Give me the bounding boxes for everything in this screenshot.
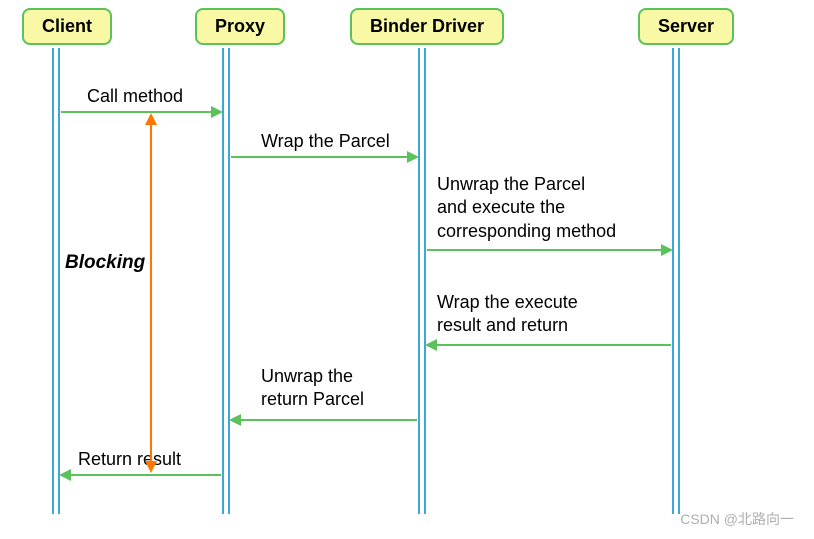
msg-wrap-result-label: Wrap the execute result and return xyxy=(437,291,578,338)
msg-unwrap-ret-l1: Unwrap the xyxy=(261,366,353,386)
watermark: CSDN @北路向一 xyxy=(680,509,794,529)
msg-call-arrow xyxy=(61,111,221,113)
msg-call-label: Call method xyxy=(87,86,183,107)
msg-unwrap-exec-label: Unwrap the Parcel and execute the corres… xyxy=(437,173,616,243)
msg-unwrap-exec-l1: Unwrap the Parcel xyxy=(437,174,585,194)
msg-return-arrow xyxy=(61,474,221,476)
blocking-arrow xyxy=(150,115,152,471)
lifeline-client xyxy=(52,48,60,514)
participant-binder: Binder Driver xyxy=(350,8,504,45)
participant-server: Server xyxy=(638,8,734,45)
lifeline-proxy xyxy=(222,48,230,514)
msg-unwrap-ret-label: Unwrap the return Parcel xyxy=(261,365,364,412)
msg-wrap-arrow xyxy=(231,156,417,158)
lifeline-binder xyxy=(418,48,426,514)
lifeline-server xyxy=(672,48,680,514)
blocking-label: Blocking xyxy=(65,252,145,274)
participant-proxy: Proxy xyxy=(195,8,285,45)
msg-unwrap-exec-arrow xyxy=(427,249,671,251)
msg-unwrap-ret-arrow xyxy=(231,419,417,421)
msg-return-label: Return result xyxy=(78,449,181,470)
msg-unwrap-exec-l2: and execute the xyxy=(437,197,565,217)
msg-wrap-result-arrow xyxy=(427,344,671,346)
msg-wrap-result-l1: Wrap the execute xyxy=(437,292,578,312)
msg-wrap-result-l2: result and return xyxy=(437,315,568,335)
msg-unwrap-exec-l3: corresponding method xyxy=(437,221,616,241)
msg-wrap-label: Wrap the Parcel xyxy=(261,131,390,152)
participant-client: Client xyxy=(22,8,112,45)
msg-unwrap-ret-l2: return Parcel xyxy=(261,389,364,409)
